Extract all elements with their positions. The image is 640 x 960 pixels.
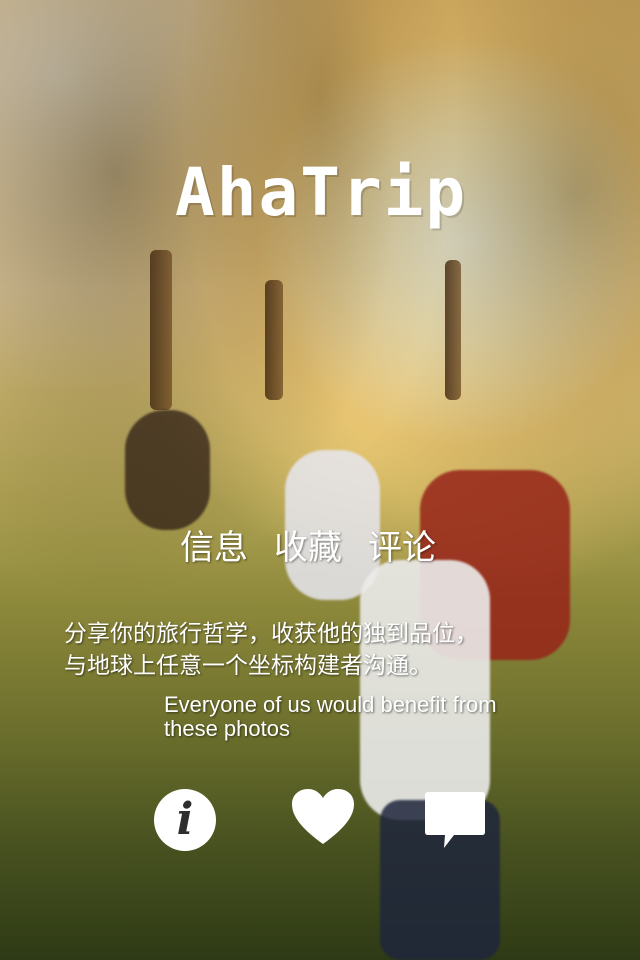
tree-trunk-left — [150, 250, 172, 410]
tab-comments[interactable]: 评论 — [368, 528, 436, 568]
tree-trunk-right — [445, 260, 461, 400]
feature-tabs: 信息 收藏 评论 — [180, 528, 436, 568]
tree-trunk-middle — [265, 280, 283, 400]
heart-icon[interactable] — [290, 788, 356, 850]
person-figure-left — [125, 410, 210, 530]
person-figure-front — [360, 560, 490, 820]
action-icons: i — [0, 786, 640, 856]
english-line-1: Everyone of us would benefit from — [164, 692, 497, 717]
chinese-tagline: 分享你的旅行哲学，收获他的独到品位， 与地球上任意一个坐标构建者沟通。 — [64, 618, 604, 682]
english-line-2: these photos — [164, 716, 290, 741]
tab-info[interactable]: 信息 — [180, 528, 248, 568]
info-glyph: i — [176, 794, 194, 845]
speech-bubble-icon[interactable] — [424, 790, 486, 856]
tagline-line-2: 与地球上任意一个坐标构建者沟通。 — [64, 653, 432, 679]
info-icon[interactable]: i — [154, 789, 216, 851]
tab-favorites[interactable]: 收藏 — [274, 528, 342, 568]
heart-svg — [292, 789, 354, 844]
app-logo: AhaTrip — [175, 154, 468, 231]
speech-bubble-svg — [425, 792, 485, 848]
tagline-line-1: 分享你的旅行哲学，收获他的独到品位， — [64, 621, 478, 647]
english-tagline: Everyone of us would benefit from these … — [164, 693, 584, 741]
